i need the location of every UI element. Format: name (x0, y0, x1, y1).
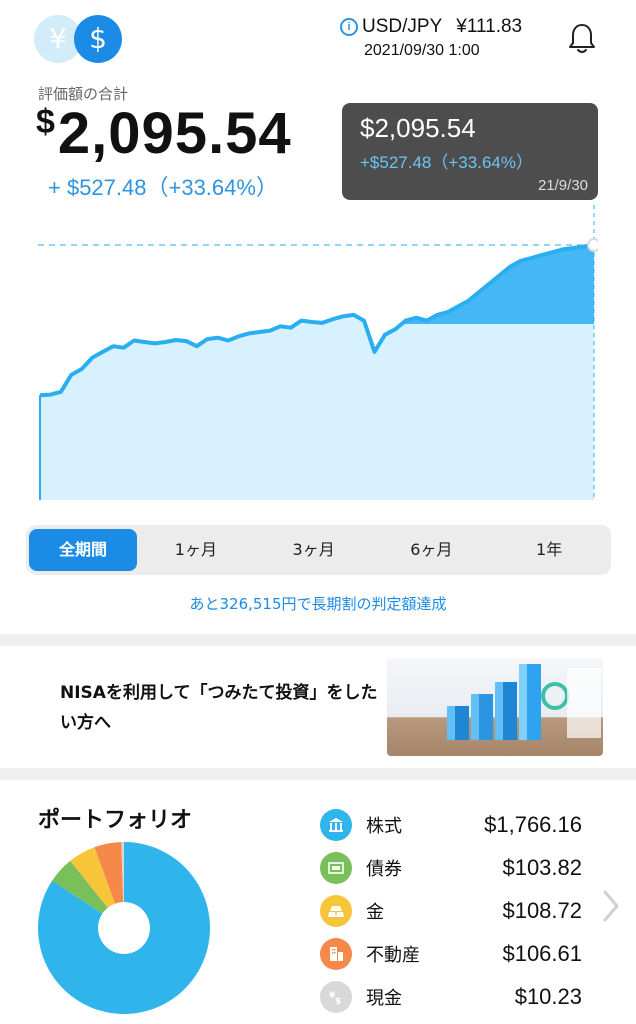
legend-value: $1,766.16 (484, 811, 582, 837)
legend-name: 金 (366, 901, 384, 923)
portfolio-donut-chart[interactable] (36, 840, 212, 1016)
banner-text: NISAを利用して「つみたて投資」をしたい方へ (60, 683, 378, 733)
building-icon (320, 937, 352, 970)
legend-name: 現金 (366, 987, 402, 1009)
gold-bars-icon (320, 894, 352, 927)
legend-item-gold[interactable]: 金 $108.72 (320, 889, 582, 932)
tab-1-month[interactable]: 1ヶ月 (137, 529, 255, 571)
bank-icon (320, 808, 352, 841)
milestone-link[interactable]: あと326,515円で長期割の判定額達成 (0, 593, 636, 614)
currency-toggle[interactable]: ¥ $ (34, 15, 124, 63)
tooltip-change: +$527.48（+33.64%） (360, 153, 533, 172)
legend-item-cash[interactable]: ¥ $ 現金 $10.23 (320, 975, 582, 1018)
total-amount: 2,095.54 (57, 101, 292, 166)
tab-1-year[interactable]: 1年 (490, 529, 608, 571)
period-tabs: 全期間 1ヶ月 3ヶ月 6ヶ月 1年 (26, 525, 611, 575)
exchange-rate[interactable]: i USD/JPY ¥111.83 2021/09/30 1:00 (340, 16, 560, 60)
dollar-icon[interactable]: $ (74, 15, 122, 63)
section-divider (0, 768, 636, 780)
fx-pair: USD/JPY (362, 16, 443, 37)
tab-all-time[interactable]: 全期間 (29, 529, 137, 571)
tooltip-date: 21/9/30 (537, 177, 588, 194)
banner-image (387, 658, 603, 756)
legend-name: 不動産 (366, 944, 420, 966)
performance-chart[interactable] (38, 205, 598, 505)
portfolio-title: ポートフォリオ (38, 808, 193, 833)
bond-certificate-icon (320, 851, 352, 884)
total-change: + $527.48（+33.64%） (48, 175, 278, 200)
legend-item-stocks[interactable]: 株式 $1,766.16 (320, 803, 582, 846)
nisa-banner[interactable]: NISAを利用して「つみたて投資」をしたい方へ (0, 646, 636, 768)
legend-name: 債券 (366, 858, 402, 880)
total-value: $2,095.54 (36, 100, 292, 167)
info-icon[interactable]: i (340, 18, 358, 36)
portfolio-legend[interactable]: 株式 $1,766.16 債券 $103.82 金 $108.72 不動産 $1… (320, 803, 582, 1018)
section-divider (0, 634, 636, 646)
legend-value: $10.23 (514, 983, 582, 1009)
bell-icon[interactable] (566, 22, 598, 56)
legend-name: 株式 (366, 815, 402, 837)
cursor-point (587, 238, 598, 252)
cash-icon: ¥ $ (320, 980, 352, 1013)
legend-value: $108.72 (502, 897, 582, 923)
fx-timestamp: 2021/09/30 1:00 (364, 42, 480, 59)
legend-value: $103.82 (502, 854, 582, 880)
legend-value: $106.61 (502, 940, 582, 966)
tooltip-value: $2,095.54 (360, 113, 476, 143)
svg-text:$: $ (335, 997, 341, 1006)
fx-rate: ¥111.83 (456, 16, 523, 37)
currency-symbol: $ (36, 103, 56, 141)
tab-3-months[interactable]: 3ヶ月 (255, 529, 373, 571)
legend-item-real-estate[interactable]: 不動産 $106.61 (320, 932, 582, 975)
chart-tooltip: $2,095.54 +$527.48（+33.64%） 21/9/30 (342, 103, 598, 200)
chevron-right-icon[interactable] (600, 888, 622, 924)
legend-item-bonds[interactable]: 債券 $103.82 (320, 846, 582, 889)
tab-6-months[interactable]: 6ヶ月 (373, 529, 491, 571)
